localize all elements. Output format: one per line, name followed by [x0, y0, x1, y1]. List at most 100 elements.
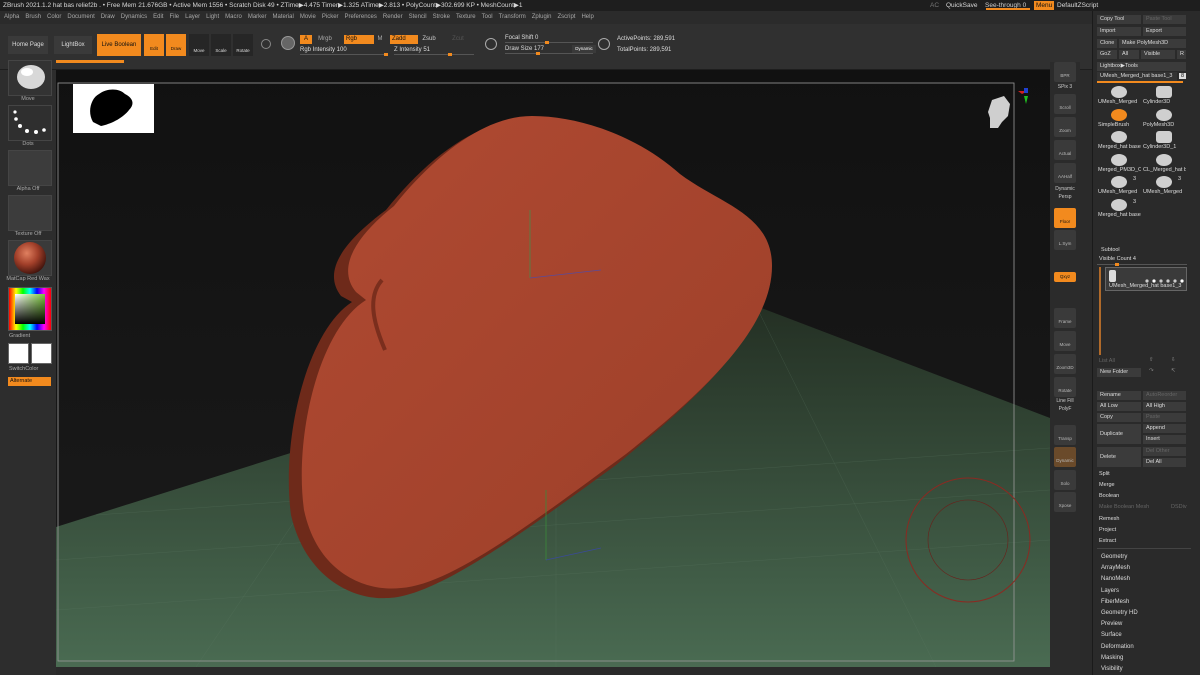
scene[interactable] — [55, 70, 1051, 668]
m-button[interactable]: M — [376, 35, 384, 44]
shelf-spix-button[interactable]: SPix 3 — [1054, 84, 1076, 90]
rgb-intensity-track[interactable] — [300, 54, 388, 55]
menu-help[interactable]: Help — [581, 14, 593, 20]
tool-item[interactable]: UMesh_Merged 3 — [1097, 175, 1141, 197]
material-thumbnail[interactable] — [8, 240, 52, 276]
tool-menu-preview[interactable]: Preview — [1101, 621, 1122, 627]
main-color-swatch[interactable] — [8, 343, 29, 364]
autoreorder-button[interactable]: AutoReorder — [1143, 391, 1186, 400]
rgb-button[interactable]: Rgb — [344, 35, 374, 44]
tool-item[interactable]: Cylinder3D_1 — [1142, 130, 1186, 152]
draw-size-slider[interactable]: Draw Size 177 — [505, 45, 565, 53]
shelf-actual-button[interactable]: Actual — [1054, 140, 1076, 160]
stroke-thumbnail[interactable] — [8, 105, 52, 141]
menu-movie[interactable]: Movie — [300, 14, 316, 20]
shelf-xyz-button[interactable]: Qxyz — [1054, 272, 1076, 282]
alpha-thumbnail[interactable] — [8, 150, 52, 186]
stroke-sphere-icon[interactable] — [281, 36, 295, 50]
list-all-button[interactable]: List All — [1099, 358, 1115, 364]
tool-item[interactable]: Cylinder3D — [1142, 85, 1186, 107]
see-through-track[interactable] — [986, 8, 1030, 10]
focal-shift-track[interactable] — [505, 42, 593, 43]
edit-button[interactable]: Edit — [144, 34, 164, 56]
navigator-thumbnail[interactable] — [73, 84, 154, 133]
r-button[interactable]: R — [1177, 50, 1186, 59]
menu-button[interactable]: Menu — [1034, 1, 1055, 10]
menu-stroke[interactable]: Stroke — [433, 14, 450, 20]
menu-document[interactable]: Document — [67, 14, 94, 20]
insert-button[interactable]: Insert — [1143, 435, 1186, 444]
texture-thumbnail[interactable] — [8, 195, 52, 231]
home-page-button[interactable]: Home Page — [8, 36, 48, 54]
visible-button[interactable]: Visible — [1141, 50, 1175, 59]
all-low-button[interactable]: All Low — [1097, 402, 1141, 411]
split-menu[interactable]: Split — [1099, 471, 1110, 477]
project-menu[interactable]: Project — [1099, 527, 1116, 533]
export-button[interactable]: Export — [1143, 27, 1186, 36]
draw-size-icon[interactable] — [598, 38, 610, 50]
shelf-xpose-button[interactable]: Xpose — [1054, 492, 1076, 512]
clone-button[interactable]: Clone — [1097, 39, 1117, 48]
draw-button[interactable]: Draw — [166, 34, 186, 56]
shelf-frame-button[interactable]: Frame — [1054, 308, 1076, 328]
menu-macro[interactable]: Macro — [225, 14, 242, 20]
duplicate-button[interactable]: Duplicate — [1097, 424, 1141, 444]
shelf-polyf-button[interactable]: PolyF — [1054, 406, 1076, 412]
folder-down-icon[interactable]: ↸ — [1171, 368, 1176, 374]
tool-menu-visibility[interactable]: Visibility — [1101, 666, 1123, 672]
move-button[interactable]: Move — [189, 34, 209, 56]
color-picker[interactable] — [8, 287, 52, 331]
tool-menu-deformation[interactable]: Deformation — [1101, 644, 1134, 650]
orientation-head-icon[interactable] — [984, 87, 1028, 132]
menu-stencil[interactable]: Stencil — [409, 14, 427, 20]
menu-transform[interactable]: Transform — [499, 14, 526, 20]
subtool-scrollbar[interactable] — [1099, 267, 1101, 355]
tool-menu-fibermesh[interactable]: FiberMesh — [1101, 599, 1129, 605]
focal-shift-icon[interactable] — [485, 38, 497, 50]
paste-tool-button[interactable]: Paste Tool — [1143, 15, 1186, 24]
shelf-floor-button[interactable]: Floor — [1054, 208, 1076, 228]
menu-light[interactable]: Light — [206, 14, 219, 20]
shelf-rotate-button[interactable]: Rotate — [1054, 377, 1076, 397]
paste-button[interactable]: Paste — [1143, 413, 1186, 422]
script-label[interactable]: DefaultZScript — [1057, 0, 1098, 11]
menu-file[interactable]: File — [169, 14, 179, 20]
shelf-linefill-button[interactable]: Line Fill — [1054, 398, 1076, 404]
rgb-intensity-handle[interactable] — [384, 53, 388, 56]
menu-dynamics[interactable]: Dynamics — [121, 14, 147, 20]
menu-layer[interactable]: Layer — [185, 14, 200, 20]
tool-item[interactable]: UMesh_Merged 3 — [1142, 175, 1186, 197]
remesh-menu[interactable]: Remesh — [1099, 516, 1119, 522]
menu-color[interactable]: Color — [47, 14, 61, 20]
lightbox-tools-button[interactable]: Lightbox▶Tools — [1097, 62, 1186, 71]
tool-menu-nanomesh[interactable]: NanoMesh — [1101, 576, 1130, 582]
menu-material[interactable]: Material — [273, 14, 294, 20]
canvas-viewport[interactable] — [55, 70, 1051, 668]
a-button[interactable]: A — [300, 35, 312, 44]
all-button[interactable]: All — [1119, 50, 1139, 59]
shelf-zoom3d-button[interactable]: Zoom3D — [1054, 354, 1076, 374]
shelf-dynamic2-button[interactable]: Dynamic — [1054, 447, 1076, 467]
del-all-button[interactable]: Del All — [1143, 458, 1186, 467]
material-sphere-icon[interactable] — [261, 39, 271, 49]
menu-render[interactable]: Render — [383, 14, 403, 20]
subtool-icons[interactable] — [1144, 271, 1186, 283]
brush-thumbnail[interactable] — [8, 60, 52, 96]
dsdiv-slider[interactable]: DSDiv — [1171, 504, 1187, 510]
goz-button[interactable]: GoZ — [1097, 50, 1117, 59]
shelf-solo-button[interactable]: Solo — [1054, 470, 1076, 490]
draw-size-handle[interactable] — [536, 52, 540, 55]
zsub-button[interactable]: Zsub — [420, 35, 438, 44]
z-intensity-slider[interactable]: Z Intensity 51 — [394, 46, 474, 54]
current-tool-slider[interactable]: UMesh_Merged_hat base1_3 — [1097, 72, 1177, 81]
rgb-intensity-slider[interactable]: Rgb Intensity 100 — [300, 46, 388, 54]
copy-tool-button[interactable]: Copy Tool — [1097, 15, 1141, 24]
arrow-down-icon[interactable]: ⇩ — [1171, 357, 1176, 363]
append-button[interactable]: Append — [1143, 424, 1186, 433]
tool-item[interactable]: Merged_hat base 3 — [1097, 198, 1141, 220]
folder-up-icon[interactable]: ↷ — [1149, 368, 1154, 374]
menu-draw[interactable]: Draw — [101, 14, 115, 20]
rename-button[interactable]: Rename — [1097, 391, 1141, 400]
delete-button[interactable]: Delete — [1097, 447, 1141, 467]
tool-menu-arraymesh[interactable]: ArrayMesh — [1101, 565, 1130, 571]
